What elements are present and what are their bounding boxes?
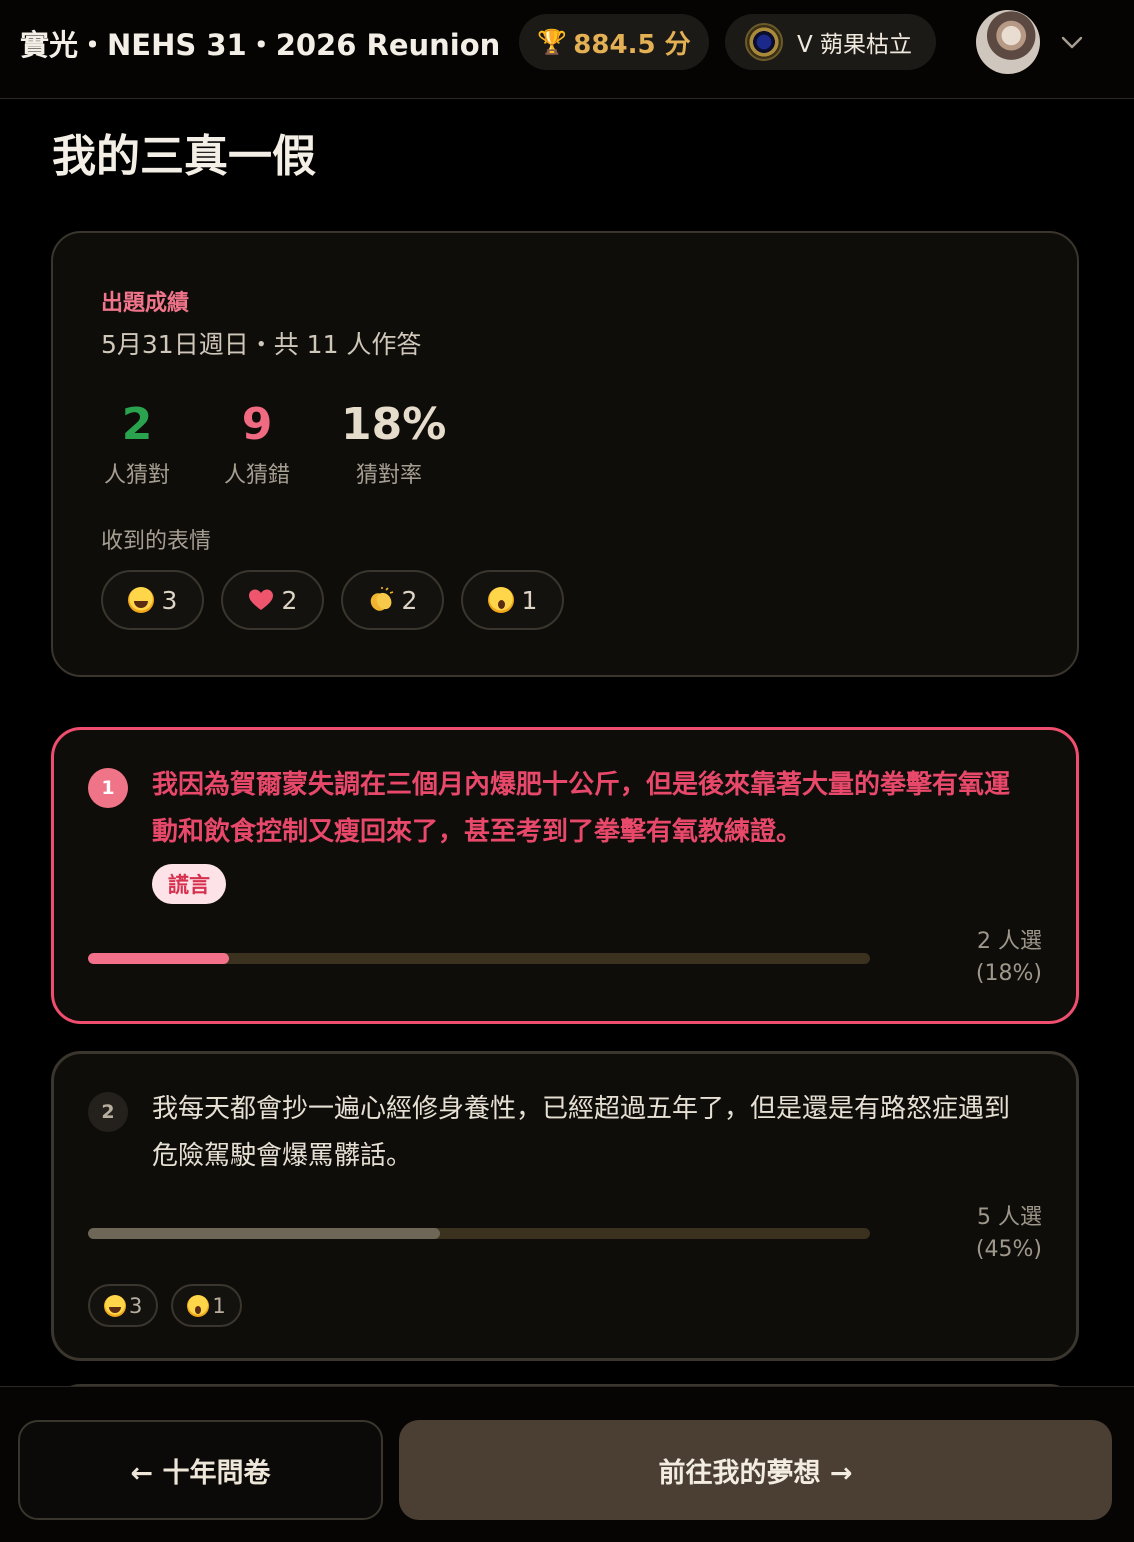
reaction-count: 2 [401, 585, 418, 615]
summary-card: 出題成績 5月31日週日・共 11 人作答 2 人猜對 9 人猜錯 18% 猜對… [51, 231, 1079, 677]
reaction-chip-laugh[interactable]: 3 [101, 570, 204, 630]
back-button[interactable]: ← 十年問卷 [18, 1420, 383, 1520]
vote-percent-text: (18%) [975, 961, 1042, 986]
vote-count-text: 2 人選 [977, 929, 1042, 954]
stat-wrong: 9 人猜錯 [221, 399, 293, 489]
vote-count-text: 5 人選 [977, 1205, 1042, 1230]
vote-count: 2 人選 (18%) [892, 926, 1042, 990]
stat-wrong-label: 人猜錯 [223, 463, 290, 488]
chevron-down-icon[interactable] [1058, 28, 1086, 56]
top-bar: 實光・NEHS 31・2026 Reunion 🏆 884.5 分 V 蒴果枯立 [0, 0, 1134, 99]
vote-count: 5 人選 (45%) [892, 1202, 1042, 1266]
statement-number: 1 [88, 768, 128, 808]
reaction-count: 2 [281, 585, 298, 615]
reaction-count: 3 [129, 1293, 143, 1318]
vote-bar-fill [88, 1228, 440, 1239]
next-button[interactable]: 前往我的夢想 → [399, 1420, 1112, 1520]
laughing-emoji-icon [104, 1294, 126, 1317]
reaction-chip-clap[interactable]: 2 [341, 570, 444, 630]
reaction-count: 1 [521, 585, 538, 615]
stat-correct-label: 人猜對 [103, 463, 170, 488]
stat-correct-value: 2 [121, 399, 153, 450]
statement-reactions: 3 1 [88, 1284, 242, 1327]
vote-percent-text: (45%) [975, 1237, 1042, 1262]
heart-emoji-icon [248, 588, 274, 612]
surprised-emoji-icon [487, 587, 514, 613]
reaction-chip-laugh[interactable]: 3 [88, 1284, 159, 1327]
statement-text: 我因為賀爾蒙失調在三個月內爆肥十公斤，但是後來靠著大量的拳擊有氧運動和飲食控制又… [152, 770, 1011, 847]
trophy-icon: 🏆 [537, 28, 568, 56]
page-title: 我的三真一假 [52, 131, 316, 182]
statement-number: 2 [88, 1092, 128, 1132]
surprised-emoji-icon [187, 1294, 210, 1317]
app-title: 實光・NEHS 31・2026 Reunion [20, 28, 501, 62]
stat-wrong-value: 9 [241, 399, 273, 450]
statement-card-2[interactable]: 2 我每天都會抄一遍心經修身養性，已經超過五年了，但是還是有路怒症遇到危險駕駛會… [51, 1051, 1079, 1361]
reaction-chip-wow[interactable]: 1 [171, 1284, 242, 1327]
score-pill[interactable]: 🏆 884.5 分 [519, 14, 709, 70]
team-logo [745, 23, 783, 61]
reactions-label: 收到的表情 [101, 529, 212, 554]
stat-rate-value: 18% [341, 399, 447, 450]
lie-badge: 謊言 [152, 864, 226, 904]
clap-emoji-icon [368, 587, 394, 613]
statement-text: 我每天都會抄一遍心經修身養性，已經超過五年了，但是還是有路怒症遇到危險駕駛會爆罵… [152, 1094, 1011, 1171]
stat-rate-label: 猜對率 [355, 463, 422, 488]
stat-rate: 18% 猜對率 [341, 399, 447, 489]
reaction-count: 1 [212, 1293, 226, 1318]
reaction-chip-heart[interactable]: 2 [221, 570, 324, 630]
statement-card-1[interactable]: 1 我因為賀爾蒙失調在三個月內爆肥十公斤，但是後來靠著大量的拳擊有氧運動和飲食控… [51, 727, 1079, 1024]
reaction-count: 3 [161, 585, 178, 615]
score-value: 884.5 分 [573, 29, 691, 60]
avatar[interactable] [976, 10, 1040, 74]
section-label: 出題成績 [101, 291, 190, 316]
summary-subtitle: 5月31日週日・共 11 人作答 [101, 330, 422, 359]
vote-bar [88, 953, 870, 964]
vote-bar [88, 1228, 870, 1239]
bottom-nav: ← 十年問卷 前往我的夢想 → [0, 1386, 1134, 1542]
laughing-emoji-icon [127, 587, 154, 613]
vote-bar-fill [88, 953, 229, 964]
reaction-chip-wow[interactable]: 1 [461, 570, 564, 630]
team-name: V 蒴果枯立 [797, 32, 913, 58]
team-pill[interactable]: V 蒴果枯立 [725, 14, 936, 70]
stat-correct: 2 人猜對 [101, 399, 173, 489]
reactions-row: 3 2 2 1 [101, 570, 564, 630]
